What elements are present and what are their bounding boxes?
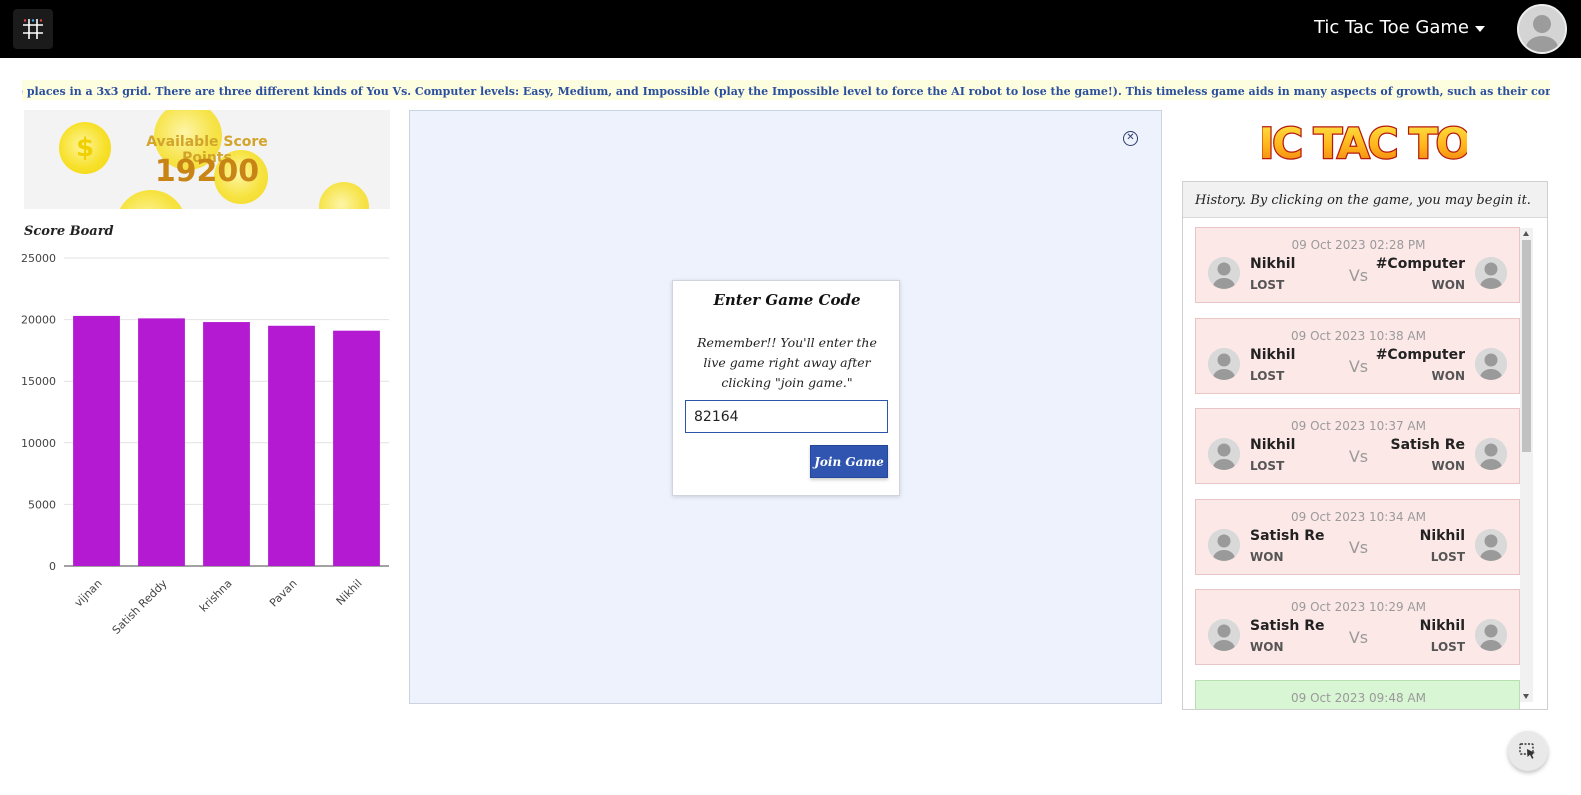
join-game-button[interactable]: Join Game xyxy=(810,445,888,478)
dialog-message: Remember!! You'll enter the live game ri… xyxy=(697,335,877,390)
player-right-status: WON xyxy=(1431,368,1465,383)
y-tick-label: 10000 xyxy=(21,437,56,450)
coin-icon xyxy=(116,190,186,209)
coin-icon xyxy=(319,182,369,209)
top-navbar: Tic Tac Toe Game xyxy=(0,0,1581,58)
vs-label: Vs xyxy=(1348,537,1369,557)
player-right-name: Nikhil xyxy=(1419,527,1465,544)
history-header: History. By clicking on the game, you ma… xyxy=(1183,182,1547,218)
y-tick-label: 25000 xyxy=(21,252,56,265)
game-date: 09 Oct 2023 02:28 PM xyxy=(1291,238,1426,252)
tic-tac-toe-logo: TIC TAC TOE xyxy=(1262,118,1467,170)
caret-down-icon xyxy=(1475,25,1485,32)
player-right-name: Nikhil xyxy=(1419,618,1465,634)
points-value: 19200 xyxy=(154,154,260,189)
player-right-name: #Computer xyxy=(1375,256,1465,272)
scoreboard-title: Score Board xyxy=(24,224,114,239)
game-date: 09 Oct 2023 10:37 AM xyxy=(1291,419,1426,433)
history-game-card[interactable]: 09 Oct 2023 10:37 AM Nikhil LOST Vs Satish R… xyxy=(1195,408,1520,484)
hash-grid-icon[interactable] xyxy=(13,9,53,49)
enter-game-code-dialog: Enter Game Code Remember!! You'll enter … xyxy=(672,280,900,496)
marquee-text: e places in a 3x3 grid. There are three … xyxy=(22,85,1550,98)
cursor-select-icon[interactable] xyxy=(1508,731,1548,771)
x-tick-label: Satish Reddy xyxy=(110,577,170,637)
game-date: 09 Oct 2023 10:34 AM xyxy=(1291,509,1426,524)
bar[interactable] xyxy=(138,318,185,566)
coin-icon: $ xyxy=(59,122,111,174)
close-icon[interactable]: ✕ xyxy=(1123,131,1138,146)
user-avatar-icon[interactable] xyxy=(1517,4,1567,54)
scroll-thumb[interactable] xyxy=(1522,240,1531,452)
dialog-title: Enter Game Code xyxy=(713,291,861,309)
info-marquee: e places in a 3x3 grid. There are three … xyxy=(22,80,1550,100)
history-game-card[interactable]: 09 Oct 2023 02:28 PM Nikhil LOST Vs #Compute… xyxy=(1195,227,1520,303)
logo-text: TIC TAC TOE xyxy=(1262,119,1467,168)
history-game-card[interactable]: 09 Oct 2023 09:48 AM xyxy=(1195,679,1520,709)
score-points-card: $ Available Score Points 19200 xyxy=(24,110,390,209)
player-right-status: WON xyxy=(1431,459,1465,473)
player-right-name: Satish Re xyxy=(1390,437,1465,453)
bar[interactable] xyxy=(73,315,120,566)
game-date: 09 Oct 2023 10:29 AM xyxy=(1291,600,1426,614)
x-tick-label: Nikhil xyxy=(334,577,365,608)
bar[interactable] xyxy=(333,330,380,566)
history-game-card[interactable]: 09 Oct 2023 10:34 AM Satish Re WON Vs Nikhil… xyxy=(1195,498,1520,575)
y-tick-label: 5000 xyxy=(28,498,56,511)
player-right-status: LOST xyxy=(1430,640,1465,654)
player-right-status: LOST xyxy=(1430,549,1465,564)
bar[interactable] xyxy=(203,322,250,566)
player-right-name: #Computer xyxy=(1375,346,1465,363)
player-right-status: WON xyxy=(1431,278,1465,292)
y-tick-label: 0 xyxy=(49,560,56,573)
x-tick-label: vijnan xyxy=(72,577,105,610)
game-menu-label: Tic Tac Toe Game xyxy=(1313,17,1469,38)
game-code-input[interactable] xyxy=(685,400,888,433)
history-list[interactable]: 09 Oct 2023 02:28 PM Nikhil LOST Vs #Compute… xyxy=(1195,227,1520,709)
vs-label: Vs xyxy=(1348,356,1369,376)
scroll-down-arrow-icon[interactable] xyxy=(1523,694,1529,699)
bar[interactable] xyxy=(268,325,315,566)
scroll-up-arrow-icon[interactable] xyxy=(1523,231,1529,236)
x-tick-label: krishna xyxy=(197,577,235,615)
vs-label: Vs xyxy=(1348,628,1369,647)
game-date: 09 Oct 2023 10:38 AM xyxy=(1291,328,1426,343)
history-game-card[interactable]: 09 Oct 2023 10:29 AM Satish Re WON Vs Nikhil… xyxy=(1195,589,1520,665)
scoreboard-chart: 0 5000 10000 15000 20000 25000 vijnan Satish Re… xyxy=(21,252,389,637)
game-menu-dropdown[interactable]: Tic Tac Toe Game xyxy=(1314,17,1485,38)
game-date: 09 Oct 2023 09:48 AM xyxy=(1291,690,1426,705)
vs-label: Vs xyxy=(1348,447,1369,466)
history-game-card[interactable]: 09 Oct 2023 10:38 AM Nikhil LOST Vs #Compute… xyxy=(1195,317,1520,394)
history-scrollbar[interactable] xyxy=(1520,228,1533,702)
x-tick-label: Pavan xyxy=(267,577,300,610)
y-tick-label: 15000 xyxy=(21,375,56,388)
vs-label: Vs xyxy=(1348,266,1369,285)
y-tick-label: 20000 xyxy=(21,314,56,327)
history-panel: History. By clicking on the game, you ma… xyxy=(1182,181,1548,710)
